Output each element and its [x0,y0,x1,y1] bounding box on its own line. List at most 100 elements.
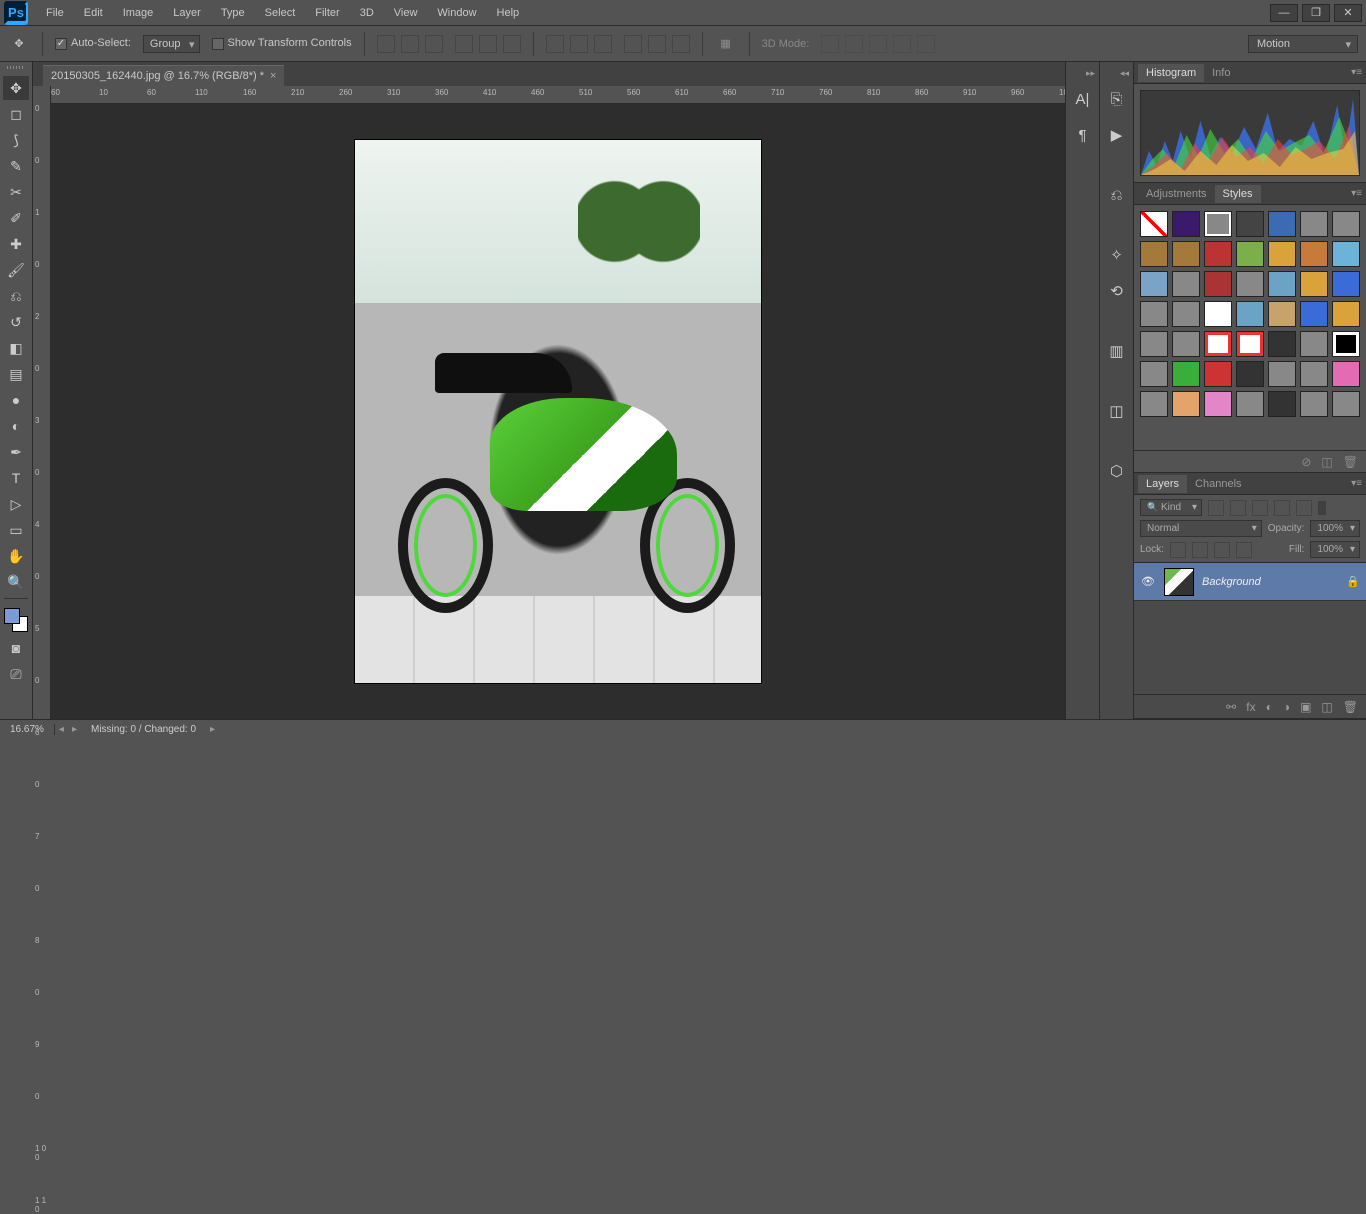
menu-filter[interactable]: Filter [305,3,349,23]
link-layers-icon[interactable]: ⚯ [1226,700,1236,714]
style-swatch[interactable] [1332,241,1360,267]
style-swatch[interactable] [1204,271,1232,297]
style-swatch[interactable] [1172,391,1200,417]
style-swatch[interactable] [1140,331,1168,357]
auto-align-icon[interactable]: ▦ [715,33,737,55]
lock-pixels-icon[interactable] [1192,542,1208,558]
motion-dropdown[interactable]: Motion [1248,35,1358,53]
lock-position-icon[interactable] [1214,542,1230,558]
expand-icon[interactable]: ◂◂ [1120,68,1129,76]
style-swatch[interactable] [1300,271,1328,297]
style-swatch[interactable] [1332,361,1360,387]
eraser-tool[interactable]: ◧ [3,336,29,360]
style-swatch[interactable] [1332,391,1360,417]
menu-type[interactable]: Type [211,3,255,23]
blend-mode-dropdown[interactable]: Normal [1140,520,1262,537]
filter-toggle[interactable] [1318,501,1326,515]
style-swatch[interactable] [1332,271,1360,297]
style-swatch[interactable] [1332,331,1360,357]
new-style-icon[interactable]: ◫ [1321,455,1332,469]
style-swatch[interactable] [1236,301,1264,327]
gradient-tool[interactable]: ▤ [3,362,29,386]
style-swatch[interactable] [1268,361,1296,387]
style-swatch[interactable] [1300,391,1328,417]
tab-adjustments[interactable]: Adjustments [1138,185,1215,203]
menu-edit[interactable]: Edit [74,3,113,23]
lock-transparent-icon[interactable] [1170,542,1186,558]
menu-select[interactable]: Select [255,3,306,23]
tab-channels[interactable]: Channels [1187,475,1249,493]
style-swatch[interactable] [1140,241,1168,267]
crop-tool[interactable]: ✂ [3,180,29,204]
style-swatch[interactable] [1268,331,1296,357]
menu-window[interactable]: Window [427,3,486,23]
tab-styles[interactable]: Styles [1215,185,1261,203]
style-swatch[interactable] [1172,241,1200,267]
hand-tool[interactable]: ✋ [3,544,29,568]
brushes-panel-icon[interactable]: ⎌ [1104,182,1130,208]
fill-input[interactable]: 100% [1310,541,1360,558]
layer-comps-icon[interactable]: ▥ [1104,338,1130,364]
properties-icon[interactable]: ◫ [1104,398,1130,424]
panel-menu-icon[interactable]: ▾≡ [1351,67,1362,78]
style-swatch[interactable] [1236,241,1264,267]
clone-source-icon[interactable]: ⟲ [1104,278,1130,304]
lasso-tool[interactable]: ⟆ [3,128,29,152]
marquee-tool[interactable]: ◻ [3,102,29,126]
menu-layer[interactable]: Layer [163,3,211,23]
dist-hcenter-icon[interactable] [648,35,666,53]
toolbox-grip[interactable] [2,66,30,72]
roll-icon[interactable] [845,35,863,53]
style-swatch[interactable] [1332,301,1360,327]
align-hcenter-icon[interactable] [479,35,497,53]
brush-tool[interactable]: 🖌 [3,258,29,282]
close-tab-icon[interactable]: × [270,70,276,82]
align-right-icon[interactable] [503,35,521,53]
tab-layers[interactable]: Layers [1138,475,1187,493]
layer-mask-icon[interactable]: ◐ [1266,700,1273,714]
align-bottom-icon[interactable] [425,35,443,53]
visibility-toggle-icon[interactable]: 👁 [1140,575,1156,588]
zoom-tool[interactable]: 🔍 [3,570,29,594]
style-swatch[interactable] [1332,211,1360,237]
align-top-icon[interactable] [377,35,395,53]
filter-pixel-icon[interactable] [1208,500,1224,516]
tab-info[interactable]: Info [1204,64,1238,82]
show-transform-checkbox[interactable]: Show Transform Controls [212,37,352,49]
auto-select-dropdown[interactable]: Group [143,35,200,53]
document-tab[interactable]: 20150305_162440.jpg @ 16.7% (RGB/8*) * × [43,65,284,86]
layer-thumbnail[interactable] [1164,568,1194,596]
quick-mask-tool[interactable]: ◙ [3,636,29,660]
dist-bottom-icon[interactable] [594,35,612,53]
path-select-tool[interactable]: ▷ [3,492,29,516]
status-next-icon[interactable]: ▸ [68,724,81,735]
opacity-input[interactable]: 100% [1310,520,1360,537]
style-swatch[interactable] [1204,301,1232,327]
layer-filter-kind[interactable]: 🔍 Kind [1140,499,1202,516]
horizontal-ruler[interactable]: 6010601101602102603103604104605105606106… [51,86,1065,104]
character-panel-icon[interactable]: A| [1070,86,1096,112]
group-icon[interactable]: ▣ [1300,700,1311,714]
expand-icon[interactable]: ▸▸ [1086,68,1095,76]
menu-3d[interactable]: 3D [350,3,384,23]
style-swatch[interactable] [1236,361,1264,387]
auto-select-checkbox[interactable]: Auto-Select: [55,37,131,49]
eyedropper-tool[interactable]: ✐ [3,206,29,230]
canvas-area[interactable] [51,104,1065,719]
lock-all-icon[interactable] [1236,542,1252,558]
filter-shape-icon[interactable] [1274,500,1290,516]
play-panel-icon[interactable]: ▶ [1104,122,1130,148]
foreground-color[interactable] [4,608,20,624]
dist-top-icon[interactable] [546,35,564,53]
style-swatch[interactable] [1172,331,1200,357]
style-swatch[interactable] [1268,301,1296,327]
style-swatch[interactable] [1268,211,1296,237]
status-prev-icon[interactable]: ◂ [55,724,68,735]
slide-icon[interactable] [893,35,911,53]
panel-menu-icon[interactable]: ▾≡ [1351,478,1362,489]
3d-panel-icon[interactable]: ⬡ [1104,458,1130,484]
pan-icon[interactable] [869,35,887,53]
dist-left-icon[interactable] [624,35,642,53]
style-swatch[interactable] [1204,331,1232,357]
style-swatch[interactable] [1140,361,1168,387]
